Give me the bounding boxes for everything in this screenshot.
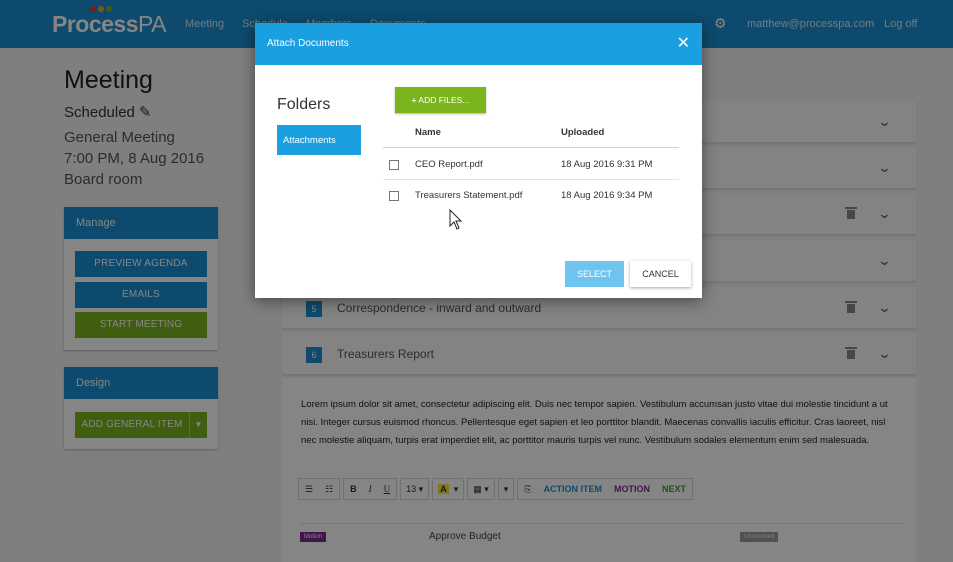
cancel-button[interactable]: CANCEL	[630, 261, 691, 287]
add-files-button[interactable]: + ADD FILES...	[395, 87, 486, 113]
close-icon[interactable]: ✕	[677, 33, 690, 53]
folder-item-attachments[interactable]: Attachments	[277, 125, 361, 155]
column-header-uploaded[interactable]: Uploaded	[561, 127, 604, 138]
column-header-name[interactable]: Name	[415, 127, 441, 138]
file-row[interactable]: CEO Report.pdf 18 Aug 2016 9:31 PM	[383, 148, 679, 179]
dialog-title: Attach Documents	[267, 38, 349, 49]
file-uploaded: 18 Aug 2016 9:31 PM	[561, 159, 653, 170]
mouse-cursor-icon	[449, 209, 463, 230]
folders-heading: Folders	[277, 96, 331, 113]
plus-icon: +	[411, 95, 417, 105]
file-name: Treasurers Statement.pdf	[415, 190, 523, 201]
add-files-label: ADD FILES...	[418, 95, 470, 105]
file-name: CEO Report.pdf	[415, 159, 483, 170]
file-checkbox[interactable]	[389, 191, 399, 201]
select-button[interactable]: SELECT	[565, 261, 624, 287]
file-row[interactable]: Treasurers Statement.pdf 18 Aug 2016 9:3…	[383, 179, 679, 210]
file-checkbox[interactable]	[389, 160, 399, 170]
dialog-header: Attach Documents ✕	[255, 23, 702, 65]
file-uploaded: 18 Aug 2016 9:34 PM	[561, 190, 653, 201]
attach-documents-dialog: Attach Documents ✕ Folders Attachments +…	[255, 23, 702, 298]
